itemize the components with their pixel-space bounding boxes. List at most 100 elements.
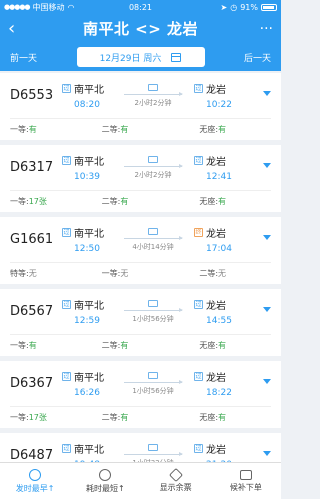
seat-availability: 有	[218, 197, 227, 206]
seat-row: 一等:有 二等:有 无座:有	[10, 334, 271, 356]
train-list-inner: D6553 过 南平北 08:20 2小时2分钟 过 龙岩 10:22 一等:有…	[0, 73, 281, 462]
battery-icon	[261, 3, 277, 11]
expand-icon[interactable]	[263, 235, 271, 240]
tab-show-remaining[interactable]: 显示余票	[141, 463, 211, 499]
prev-day-button[interactable]: 前一天	[10, 51, 37, 64]
seat-availability: 无	[120, 269, 129, 278]
seat-class-label: 二等:	[101, 197, 121, 206]
seat-class: 二等:无	[173, 268, 271, 279]
train-card[interactable]: D6567 过 南平北 12:59 1小时56分钟 过 龙岩 14:55 一等:…	[0, 289, 281, 356]
terminal-tag: 过	[194, 444, 203, 453]
pass-tag: 过	[62, 300, 71, 309]
battery-percent: 91%	[240, 2, 258, 12]
status-bar: ●●●●● 中国移动 ◠ 08:21 ➤ ◷ 91%	[0, 0, 281, 14]
departure-name-line: 过 南平北	[62, 153, 118, 168]
arrival-time: 18:22	[206, 388, 232, 398]
seat-class: 二等:有	[82, 196, 174, 207]
departure-name: 南平北	[74, 85, 104, 96]
departure-name-line: 过 南平北	[62, 225, 118, 240]
terminal-tag: 过	[194, 300, 203, 309]
departure-name: 南平北	[74, 301, 104, 312]
seat-class: 无座:有	[173, 196, 271, 207]
seat-class: 特等:无	[10, 268, 82, 279]
duration: 1小时56分钟	[132, 314, 174, 323]
seat-class: 一等:17张	[10, 196, 82, 207]
seat-class: 二等:有	[82, 412, 174, 423]
arrival-station: 过 龙岩 12:41	[194, 153, 250, 182]
duration-block: 2小时2分钟	[118, 155, 188, 180]
status-right: ➤ ◷ 91%	[221, 3, 277, 12]
expand-icon[interactable]	[263, 163, 271, 168]
stopwatch-icon	[99, 468, 112, 481]
train-card[interactable]: D6317 过 南平北 10:39 2小时2分钟 过 龙岩 12:41 一等:1…	[0, 145, 281, 212]
seat-availability: 有	[28, 341, 37, 350]
more-button[interactable]: ···	[253, 21, 273, 37]
duration-block: 1小时56分钟	[118, 371, 188, 396]
pass-tag: 过	[62, 84, 71, 93]
departure-station: 过 南平北 08:20	[62, 81, 118, 110]
seat-class-label: 无座:	[199, 341, 219, 350]
train-card[interactable]: G1661 过 南平北 12:50 4小时14分钟 终 龙岩 17:04 特等:…	[0, 217, 281, 284]
seat-class: 二等:有	[82, 340, 174, 351]
arrival-time: 17:04	[206, 244, 232, 254]
tab-shortest-duration[interactable]: 耗时最短↑	[70, 463, 140, 499]
back-button[interactable]: ‹	[8, 18, 28, 39]
status-left: ●●●●● 中国移动 ◠	[4, 2, 75, 13]
train-type-icon	[148, 299, 158, 307]
arrival-name: 龙岩	[206, 301, 226, 312]
next-day-button[interactable]: 后一天	[244, 51, 271, 64]
departure-station: 过 南平北 12:50	[62, 225, 118, 254]
duration: 2小时2分钟	[134, 170, 172, 179]
expand-icon[interactable]	[263, 91, 271, 96]
departure-name-line: 过 南平北	[62, 441, 118, 456]
arrival-time: 10:22	[206, 100, 232, 110]
expand-icon[interactable]	[263, 451, 271, 456]
duration: 2小时2分钟	[134, 98, 172, 107]
seat-availability: 有	[120, 413, 129, 422]
train-list: D6553 过 南平北 08:20 2小时2分钟 过 龙岩 10:22 一等:有…	[0, 73, 281, 462]
departure-time: 08:20	[74, 100, 100, 110]
seat-row: 一等:17张 二等:有 无座:有	[10, 406, 271, 428]
nav-bar: ‹ 南平北 <> 龙岩 ···	[0, 14, 281, 43]
terminal-tag: 过	[194, 156, 203, 165]
seat-class: 无座:有	[173, 124, 271, 135]
departure-time: 12:50	[74, 244, 100, 254]
train-main-row: G1661 过 南平北 12:50 4小时14分钟 终 龙岩 17:04	[10, 217, 271, 262]
arrival-name: 龙岩	[206, 373, 226, 384]
train-type-icon	[148, 83, 158, 91]
pass-tag: 过	[62, 444, 71, 453]
train-number: G1661	[10, 232, 54, 247]
clock-icon	[29, 468, 42, 481]
seat-availability: 有	[28, 125, 37, 134]
train-card[interactable]: D6367 过 南平北 16:26 1小时56分钟 过 龙岩 18:22 一等:…	[0, 361, 281, 428]
terminal-tag: 过	[194, 372, 203, 381]
seat-class-label: 一等:	[101, 269, 121, 278]
expand-icon[interactable]	[263, 307, 271, 312]
tab-waitlist-order[interactable]: 候补下单	[211, 463, 281, 499]
tab-label: 发时最早↑	[15, 483, 55, 493]
seat-class-label: 一等:	[10, 413, 29, 422]
date-picker[interactable]: 12月29日 周六	[76, 47, 205, 67]
tab-label: 显示余票	[159, 482, 192, 492]
train-card[interactable]: D6487 过 南平北 19:48 1小时32分钟 过 龙岩 21:20	[0, 433, 281, 462]
seat-class-label: 一等:	[10, 197, 29, 206]
duration-block: 2小时2分钟	[118, 83, 188, 108]
date-bar: 前一天 12月29日 周六 后一天	[0, 43, 281, 71]
seat-class: 一等:有	[10, 124, 82, 135]
seat-class-label: 无座:	[199, 197, 219, 206]
departure-station: 过 南平北 16:26	[62, 369, 118, 398]
departure-station: 过 南平北 12:59	[62, 297, 118, 326]
signal-icon: ●●●●●	[4, 3, 31, 11]
seat-row: 一等:有 二等: 有 无座:有	[10, 118, 271, 140]
wifi-icon: ◠	[67, 2, 75, 12]
tab-earliest-departure[interactable]: 发时最早↑	[0, 463, 70, 499]
train-number: D6367	[10, 376, 54, 391]
seat-availability: 无	[28, 269, 37, 278]
train-card[interactable]: D6553 过 南平北 08:20 2小时2分钟 过 龙岩 10:22 一等:有…	[0, 73, 281, 140]
seat-availability: 有	[120, 341, 129, 350]
expand-icon[interactable]	[263, 379, 271, 384]
ticket-icon	[168, 467, 183, 482]
arrow-icon	[124, 379, 183, 384]
seat-availability: 17张	[28, 413, 47, 422]
seat-class-label: 二等:	[101, 125, 121, 134]
